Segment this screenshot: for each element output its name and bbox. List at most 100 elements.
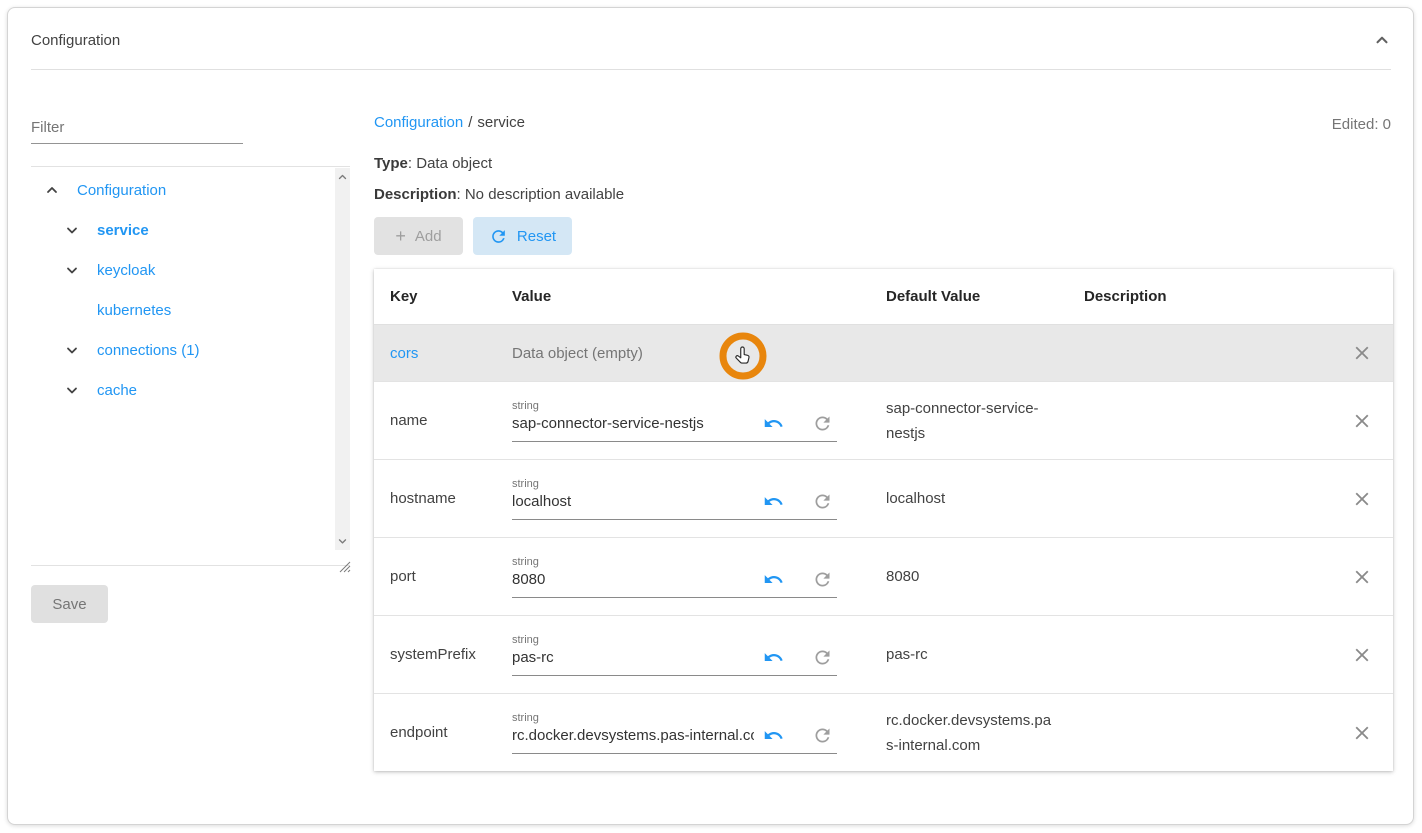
redo-icon[interactable] (811, 647, 833, 669)
tree-scrollbar[interactable] (335, 168, 350, 550)
row-default-value: 8080 (886, 564, 919, 589)
tree-item-configuration[interactable]: Configuration (31, 170, 350, 210)
plus-icon: + (395, 227, 406, 245)
table-row-hostname: hostname string localhost (374, 459, 1393, 537)
delete-row-icon[interactable] (1350, 487, 1374, 511)
tree-items: Configuration service keycloak kubernete… (31, 167, 350, 410)
save-button[interactable]: Save (31, 585, 108, 623)
collapse-panel-button[interactable] (1371, 30, 1393, 52)
tree-item-label: kubernetes (97, 302, 171, 319)
undo-icon[interactable] (762, 647, 784, 669)
redo-icon[interactable] (811, 491, 833, 513)
chevron-down-icon[interactable] (64, 342, 80, 358)
row-default-value: sap-connector-service-nestjs (886, 396, 1058, 446)
chevron-down-icon[interactable] (64, 262, 80, 278)
row-default-value: pas-rc (886, 642, 928, 667)
undo-icon[interactable] (762, 491, 784, 513)
tree-item-kubernetes[interactable]: kubernetes (31, 290, 350, 330)
tree-item-label: connections (1) (97, 342, 200, 359)
cors-value: Data object (empty) (512, 345, 886, 362)
table-row-endpoint: endpoint string rc.docker.devsystems.pas… (374, 693, 1393, 771)
value-type-label: string (512, 400, 837, 412)
tree-item-service[interactable]: service (31, 210, 350, 250)
header-description: Description (1084, 288, 1331, 305)
redo-icon[interactable] (811, 569, 833, 591)
tree-item-label: keycloak (97, 262, 155, 279)
value-type-label: string (512, 634, 837, 646)
value-form-field: string (512, 556, 837, 598)
tree-item-label: Configuration (77, 182, 166, 199)
table-header-row: Key Value Default Value Description (374, 269, 1393, 325)
add-button-label: Add (415, 228, 442, 245)
value-input[interactable] (512, 571, 754, 588)
description-label: Description (374, 186, 457, 203)
table-row-cors[interactable]: cors Data object (empty) (374, 325, 1393, 381)
redo-icon[interactable] (811, 725, 833, 747)
row-key: port (390, 568, 416, 585)
undo-icon[interactable] (762, 413, 784, 435)
scroll-up-icon[interactable] (336, 171, 349, 183)
table-row-systemPrefix: systemPrefix string pas-rc (374, 615, 1393, 693)
chevron-down-icon[interactable] (64, 222, 80, 238)
redo-icon[interactable] (811, 413, 833, 435)
tree-item-connections-1-[interactable]: connections (1) (31, 330, 350, 370)
breadcrumb: Configuration / service (374, 114, 525, 131)
value-input[interactable] (512, 415, 754, 432)
resize-grip-icon[interactable] (337, 559, 351, 573)
tree-item-keycloak[interactable]: keycloak (31, 250, 350, 290)
type-line: Type: Data object (374, 155, 492, 172)
type-value: : Data object (408, 155, 492, 172)
scroll-down-icon[interactable] (336, 535, 349, 547)
table-row-port: port string 8080 (374, 537, 1393, 615)
header-default-value: Default Value (886, 288, 1084, 305)
breadcrumb-separator: / (468, 114, 472, 131)
header-divider (31, 69, 1391, 70)
configuration-panel: Configuration Configuration service keyc… (7, 7, 1414, 825)
type-label: Type (374, 155, 408, 172)
chevron-down-icon[interactable] (64, 382, 80, 398)
value-input[interactable] (512, 493, 754, 510)
value-input[interactable] (512, 727, 754, 744)
delete-row-icon[interactable] (1350, 409, 1374, 433)
add-button[interactable]: + Add (374, 217, 463, 255)
chevron-up-icon (1373, 31, 1391, 49)
edited-counter: Edited: 0 (1332, 116, 1391, 133)
value-form-field: string (512, 400, 837, 442)
refresh-icon (489, 227, 508, 246)
value-form-field: string (512, 712, 837, 754)
row-key: name (390, 412, 428, 429)
value-type-label: string (512, 712, 837, 724)
row-key: hostname (390, 490, 456, 507)
row-key: systemPrefix (390, 646, 476, 663)
undo-icon[interactable] (762, 569, 784, 591)
chevron-up-icon[interactable] (44, 182, 60, 198)
delete-row-icon[interactable] (1350, 565, 1374, 589)
row-default-value: rc.docker.devsystems.pas-internal.com (886, 708, 1058, 758)
delete-row-icon[interactable] (1350, 721, 1374, 745)
configuration-tree: Configuration service keycloak kubernete… (31, 166, 350, 566)
undo-icon[interactable] (762, 725, 784, 747)
cors-link[interactable]: cors (390, 345, 418, 362)
tree-item-cache[interactable]: cache (31, 370, 350, 410)
breadcrumb-parent-link[interactable]: Configuration (374, 114, 463, 131)
tree-item-label: service (97, 222, 149, 239)
value-form-field: string (512, 634, 837, 676)
reset-button[interactable]: Reset (473, 217, 572, 255)
filter-input[interactable] (31, 111, 243, 144)
configuration-table: Key Value Default Value Description cors… (374, 269, 1393, 771)
panel-title: Configuration (31, 32, 120, 49)
description-line: Description: No description available (374, 186, 624, 203)
value-form-field: string (512, 478, 837, 520)
delete-row-icon[interactable] (1350, 643, 1374, 667)
breadcrumb-current: service (477, 114, 525, 131)
table-body: name string sap-connector-service-nestjs (374, 381, 1393, 771)
tree-item-label: cache (97, 382, 137, 399)
value-type-label: string (512, 478, 837, 490)
delete-row-icon[interactable] (1350, 341, 1374, 365)
value-input[interactable] (512, 649, 754, 666)
description-value: : No description available (457, 186, 625, 203)
header-key: Key (374, 288, 512, 305)
reset-button-label: Reset (517, 228, 556, 245)
row-default-value: localhost (886, 486, 945, 511)
table-row-name: name string sap-connector-service-nestjs (374, 381, 1393, 459)
